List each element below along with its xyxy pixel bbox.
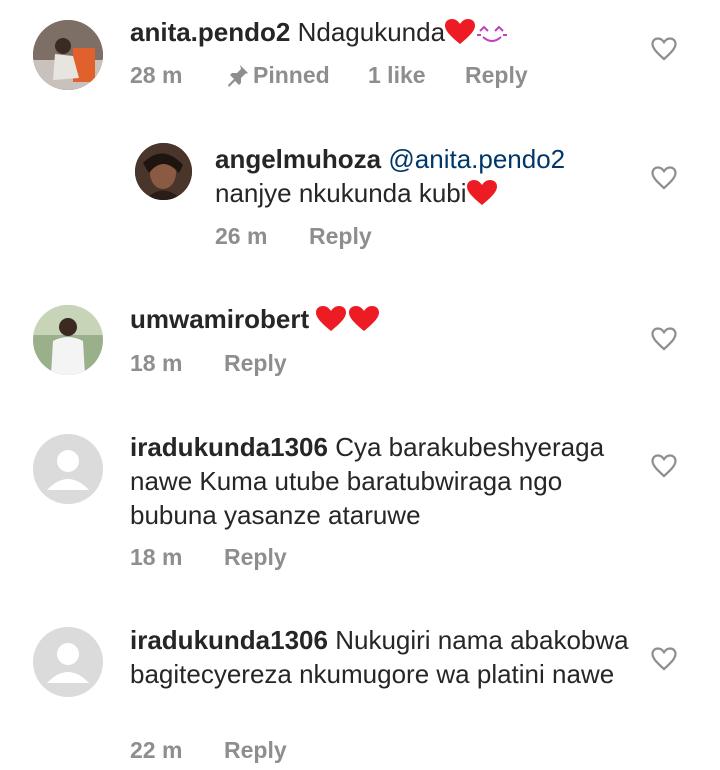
comment-meta: 18 m Reply (130, 350, 430, 380)
heart-outline-icon[interactable] (651, 647, 677, 671)
pinned-label: Pinned (253, 62, 330, 88)
avatar[interactable] (33, 434, 103, 504)
red-heart-emoji-icon (466, 180, 497, 214)
comment-meta: 22 m Reply (130, 737, 430, 767)
comment-body: Ndagukunda (297, 17, 446, 47)
red-heart-emoji-icon (445, 19, 476, 53)
comment-username[interactable]: iradukunda1306 (130, 432, 328, 462)
comment-time: 28 m (130, 62, 183, 88)
comment-time: 18 m (130, 350, 183, 376)
comment-text: iradukunda1306 Cya barakubeshyeraga nawe… (130, 430, 635, 532)
red-heart-emoji-icon (349, 306, 380, 340)
reply-button[interactable]: Reply (465, 62, 528, 89)
reply-button[interactable]: Reply (309, 223, 372, 250)
pin-icon (226, 63, 250, 93)
comment-meta: 18 m Reply (130, 544, 430, 574)
comment-username[interactable]: umwamirobert (130, 304, 309, 334)
comment-time: 18 m (130, 544, 183, 570)
comment-meta: 26 m Reply (215, 223, 515, 253)
avatar[interactable] (135, 143, 192, 200)
red-heart-emoji-icon (316, 306, 347, 340)
avatar[interactable] (33, 305, 103, 375)
reply-button[interactable]: Reply (224, 544, 287, 571)
avatar[interactable] (33, 20, 103, 90)
heart-outline-icon[interactable] (651, 166, 677, 190)
comment-text: angelmuhoza @anita.pendo2 nanjye nkukund… (215, 142, 635, 214)
reply-button[interactable]: Reply (224, 350, 287, 377)
smiling-face-emoji-icon (475, 19, 509, 53)
comment-time: 26 m (215, 223, 268, 249)
comment-username[interactable]: iradukunda1306 (130, 625, 328, 655)
comment-text: umwamirobert (130, 302, 630, 340)
comment-body: nanjye nkukunda kubi (215, 178, 467, 208)
likes-count[interactable]: 1 like (368, 62, 426, 89)
comment-text: anita.pendo2 Ndagukunda (130, 15, 630, 53)
comment-username[interactable]: angelmuhoza (215, 144, 381, 174)
mention-link[interactable]: @anita.pendo2 (388, 144, 565, 174)
heart-outline-icon[interactable] (651, 37, 677, 61)
heart-outline-icon[interactable] (651, 454, 677, 478)
reply-button[interactable]: Reply (224, 737, 287, 764)
comment-text: iradukunda1306 Nukugiri nama abakobwa ba… (130, 623, 635, 691)
heart-outline-icon[interactable] (651, 327, 677, 351)
avatar[interactable] (33, 627, 103, 697)
comment-time: 22 m (130, 737, 183, 763)
comment-username[interactable]: anita.pendo2 (130, 17, 290, 47)
comment-meta: 28 m Pinned 1 like Reply (130, 62, 590, 92)
